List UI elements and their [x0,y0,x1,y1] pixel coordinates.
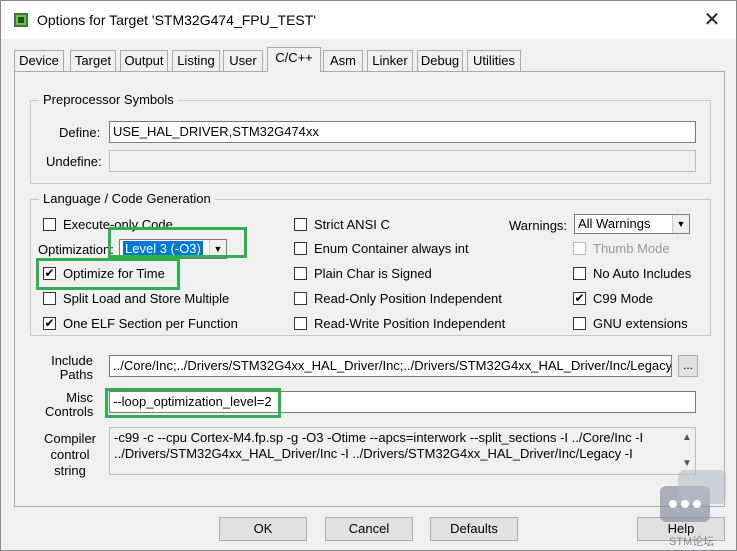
misc-label-line2: Controls [45,404,94,419]
include-paths-browse-button[interactable]: ... [678,355,698,377]
language-title: Language / Code Generation [39,191,215,206]
close-icon[interactable]: ✕ [698,7,726,33]
tab-target[interactable]: Target [70,50,116,71]
compiler-label-line3: string [54,463,86,478]
ro-pi-label: Read-Only Position Independent [314,291,502,306]
split-load-checkbox[interactable] [43,292,56,305]
execute-only-checkbox[interactable] [43,218,56,231]
define-input[interactable]: USE_HAL_DRIVER,STM32G474xx [109,121,696,143]
c99-mode-label: C99 Mode [593,291,653,306]
optimize-time-checkbox[interactable]: ✔ [43,267,56,280]
ro-pi-checkbox[interactable] [294,292,307,305]
options-dialog: Options for Target 'STM32G474_FPU_TEST' … [0,0,737,551]
watermark-text: STM论坛 [669,536,715,548]
warnings-value: All Warnings [578,216,651,231]
undefine-label: Undefine: [46,154,102,169]
optimize-time-label: Optimize for Time [63,266,165,281]
cpp-tab-panel: Preprocessor Symbols Define: USE_HAL_DRI… [14,71,725,507]
tab-debug[interactable]: Debug [417,50,463,71]
plain-char-checkbox[interactable] [294,267,307,280]
misc-controls-input[interactable]: --loop_optimization_level=2 [109,391,696,413]
tab-user[interactable]: User [223,50,263,71]
enum-container-label: Enum Container always int [314,241,469,256]
define-label: Define: [59,125,101,140]
tab-linker[interactable]: Linker [367,50,413,71]
ok-button[interactable]: OK [219,517,307,541]
scroll-up-icon[interactable]: ▲ [682,430,692,446]
cancel-button[interactable]: Cancel [325,517,413,541]
misc-controls-label: Misc Controls [45,391,93,419]
one-elf-checkbox[interactable]: ✔ [43,317,56,330]
tab-output[interactable]: Output [120,50,168,71]
strict-ansi-label: Strict ANSI C [314,217,390,232]
rw-pi-label: Read-Write Position Independent [314,316,506,331]
tab-utilities[interactable]: Utilities [467,50,521,71]
compiler-control-string: -c99 -c --cpu Cortex-M4.fp.sp -g -O3 -Ot… [109,427,696,475]
keil-app-icon [14,13,28,27]
enum-container-checkbox[interactable] [294,242,307,255]
chevron-down-icon: ▼ [672,215,689,233]
warnings-select[interactable]: All Warnings ▼ [574,214,690,234]
gnu-extensions-label: GNU extensions [593,316,688,331]
undefine-input[interactable] [109,150,696,172]
chevron-down-icon: ▼ [209,240,226,258]
include-label-line1: Include [51,353,93,368]
compiler-control-line1: -c99 -c --cpu Cortex-M4.fp.sp -g -O3 -Ot… [114,430,644,445]
execute-only-label: Execute-only Code [63,217,173,232]
compiler-label-line2: control [50,447,90,462]
optimization-label: Optimization: [38,242,114,257]
gnu-extensions-checkbox[interactable] [573,317,586,330]
compiler-control-label: Compiler control string [43,431,97,479]
include-paths-label: Include Paths [51,354,93,382]
compiler-control-line2: ../Drivers/STM32G4xx_HAL_Driver/Inc -I .… [114,446,633,461]
include-paths-input[interactable]: ../Core/Inc;../Drivers/STM32G4xx_HAL_Dri… [109,355,672,377]
c99-mode-checkbox[interactable]: ✔ [573,292,586,305]
tab-c-cpp[interactable]: C/C++ [267,47,321,72]
thumb-mode-checkbox[interactable] [573,242,586,255]
split-load-label: Split Load and Store Multiple [63,291,230,306]
strict-ansi-checkbox[interactable] [294,218,307,231]
rw-pi-checkbox[interactable] [294,317,307,330]
misc-label-line1: Misc [66,390,93,405]
title-bar: Options for Target 'STM32G474_FPU_TEST' … [1,1,736,39]
preprocessor-title: Preprocessor Symbols [39,92,178,107]
no-auto-includes-label: No Auto Includes [593,266,692,281]
optimization-select[interactable]: Level 3 (-O3) ▼ [119,239,227,259]
window-title: Options for Target 'STM32G474_FPU_TEST' [37,12,316,28]
no-auto-includes-checkbox[interactable] [573,267,586,280]
optimization-value: Level 3 (-O3) [123,241,203,256]
compiler-label-line1: Compiler [43,431,96,446]
include-label-line2: Paths [59,367,93,382]
tab-device[interactable]: Device [14,50,64,71]
defaults-button[interactable]: Defaults [430,517,518,541]
tab-asm[interactable]: Asm [323,50,363,71]
thumb-mode-label: Thumb Mode [593,241,670,256]
warnings-label: Warnings: [509,218,568,233]
plain-char-label: Plain Char is Signed [314,266,432,281]
tab-listing[interactable]: Listing [172,50,220,71]
one-elf-label: One ELF Section per Function [63,316,238,331]
